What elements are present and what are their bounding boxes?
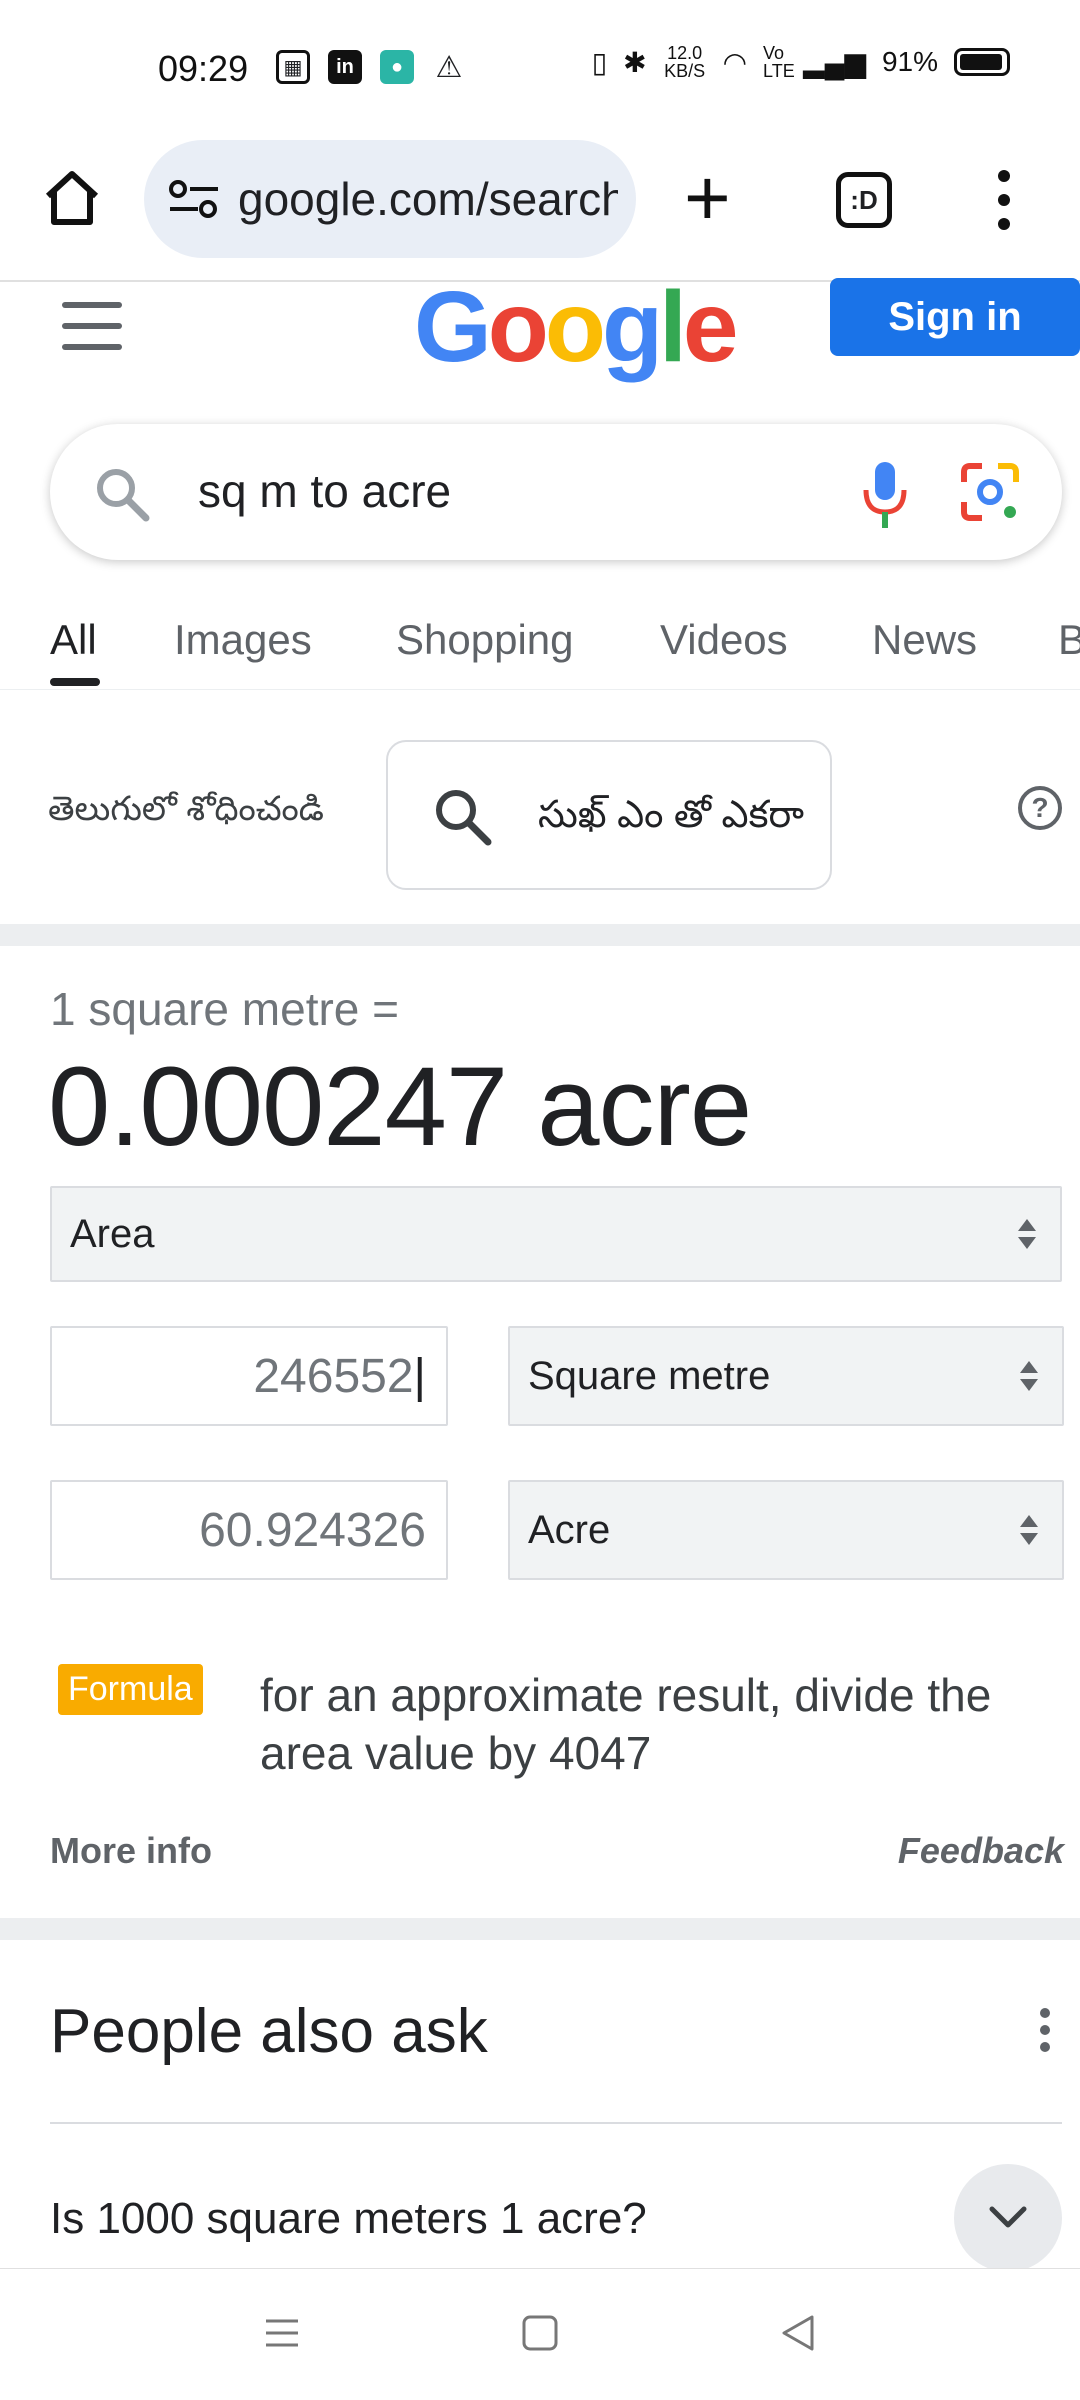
tab-videos[interactable]: Videos bbox=[660, 616, 788, 664]
people-also-ask-title: People also ask bbox=[50, 1997, 488, 2066]
system-nav-bar bbox=[0, 2268, 1080, 2400]
wifi-icon: ◠ bbox=[722, 46, 748, 78]
telugu-search-button[interactable]: సుఖ్ ఎం తో ఎకరా bbox=[386, 740, 832, 890]
to-value: 60.924326 bbox=[199, 1503, 426, 1557]
back-icon[interactable] bbox=[778, 2313, 818, 2353]
from-value-input[interactable]: 246552 | bbox=[50, 1326, 448, 1426]
from-unit-select[interactable]: Square metre bbox=[508, 1326, 1064, 1426]
formula-badge: Formula bbox=[58, 1664, 203, 1715]
volte-badge: Vo LTE bbox=[763, 43, 795, 81]
select-arrows-icon bbox=[1018, 1219, 1036, 1249]
vibrate-icon: ▯ bbox=[591, 46, 608, 78]
bluetooth-icon: ✱ bbox=[623, 46, 647, 78]
select-arrows-icon bbox=[1020, 1515, 1038, 1545]
telugu-query: సుఖ్ ఎం తో ఎకరా bbox=[538, 794, 805, 836]
search-input[interactable]: sq m to acre bbox=[198, 464, 451, 518]
browser-toolbar: google.com/search + :D bbox=[0, 130, 1080, 282]
home-icon[interactable] bbox=[40, 166, 104, 230]
to-unit-select[interactable]: Acre bbox=[508, 1480, 1064, 1580]
help-icon[interactable]: ? bbox=[1018, 786, 1062, 830]
google-lens-icon[interactable] bbox=[958, 460, 1022, 524]
google-header: Google Sign in bbox=[0, 271, 1080, 384]
browser-menu-icon[interactable] bbox=[994, 170, 1014, 230]
url-text[interactable]: google.com/search bbox=[238, 172, 618, 226]
url-bar[interactable]: google.com/search bbox=[144, 140, 636, 258]
calculator-icon: ▦ bbox=[276, 50, 310, 84]
microphone-icon[interactable] bbox=[860, 460, 910, 530]
tab-switcher-button[interactable]: :D bbox=[836, 172, 892, 228]
to-value-input[interactable]: 60.924326 bbox=[50, 1480, 448, 1580]
from-unit-value: Square metre bbox=[528, 1353, 771, 1398]
to-unit-value: Acre bbox=[528, 1507, 611, 1552]
tab-books[interactable]: B bbox=[1058, 616, 1080, 664]
from-value: 246552 bbox=[253, 1349, 414, 1403]
section-divider bbox=[0, 924, 1080, 946]
converter-result: 0.000247 acre bbox=[48, 1044, 752, 1169]
search-icon bbox=[97, 469, 150, 522]
tab-shopping[interactable]: Shopping bbox=[396, 616, 574, 664]
category-value: Area bbox=[70, 1211, 155, 1256]
expand-button[interactable] bbox=[954, 2164, 1062, 2272]
battery-percent: 91% bbox=[881, 46, 938, 77]
select-arrows-icon bbox=[1020, 1361, 1038, 1391]
formula-text: for an approximate result, divide the ar… bbox=[260, 1669, 992, 1779]
app-notification-icon: ● bbox=[380, 50, 414, 84]
new-tab-icon[interactable]: + bbox=[684, 158, 731, 238]
paa-divider bbox=[50, 2122, 1062, 2124]
notification-icons: ▦ in ● ⚠ bbox=[276, 50, 466, 84]
network-speed: 12.0 KB/S bbox=[664, 43, 706, 81]
linkedin-icon: in bbox=[328, 50, 362, 84]
warning-icon: ⚠ bbox=[435, 50, 463, 84]
paa-question[interactable]: Is 1000 square meters 1 acre? bbox=[50, 2194, 647, 2244]
recent-apps-icon[interactable] bbox=[262, 2313, 302, 2353]
status-bar: 09:29 ▦ in ● ⚠ ▯ ✱ 12.0 KB/S ◠ Vo LTE ▂▄… bbox=[0, 0, 1080, 130]
status-right: ▯ ✱ 12.0 KB/S ◠ Vo LTE ▂▄▆ 91% bbox=[592, 44, 1010, 80]
converter-lead: 1 square metre = bbox=[50, 983, 400, 1035]
search-tabs: All Images Shopping Videos News B bbox=[0, 590, 1080, 690]
hamburger-menu-icon[interactable] bbox=[62, 302, 122, 350]
more-options-icon[interactable] bbox=[1040, 2008, 1052, 2052]
home-nav-icon[interactable] bbox=[520, 2313, 560, 2353]
tab-images[interactable]: Images bbox=[174, 616, 312, 664]
telugu-search-label: తెలుగులో శోధించండి bbox=[48, 790, 324, 828]
tab-all[interactable]: All bbox=[50, 616, 97, 664]
tab-news[interactable]: News bbox=[872, 616, 977, 664]
chevron-down-icon bbox=[989, 2206, 1027, 2228]
site-settings-icon[interactable] bbox=[168, 179, 220, 219]
search-icon bbox=[436, 790, 492, 846]
sign-in-button[interactable]: Sign in bbox=[830, 278, 1080, 356]
status-time: 09:29 bbox=[158, 48, 249, 89]
text-cursor: | bbox=[413, 1349, 426, 1403]
telugu-search-row: తెలుగులో శోధించండి సుఖ్ ఎం తో ఎకరా ? bbox=[0, 730, 1080, 900]
feedback-link[interactable]: Feedback bbox=[898, 1830, 1064, 1872]
search-box[interactable]: sq m to acre bbox=[50, 424, 1062, 560]
active-tab-indicator bbox=[50, 678, 100, 686]
more-info-link[interactable]: More info bbox=[50, 1830, 212, 1872]
signal-icon: ▂▄▆ bbox=[803, 46, 866, 78]
section-divider bbox=[0, 1918, 1080, 1940]
battery-icon bbox=[954, 48, 1010, 76]
google-logo[interactable]: Google bbox=[414, 270, 738, 385]
category-select[interactable]: Area bbox=[50, 1186, 1062, 1282]
